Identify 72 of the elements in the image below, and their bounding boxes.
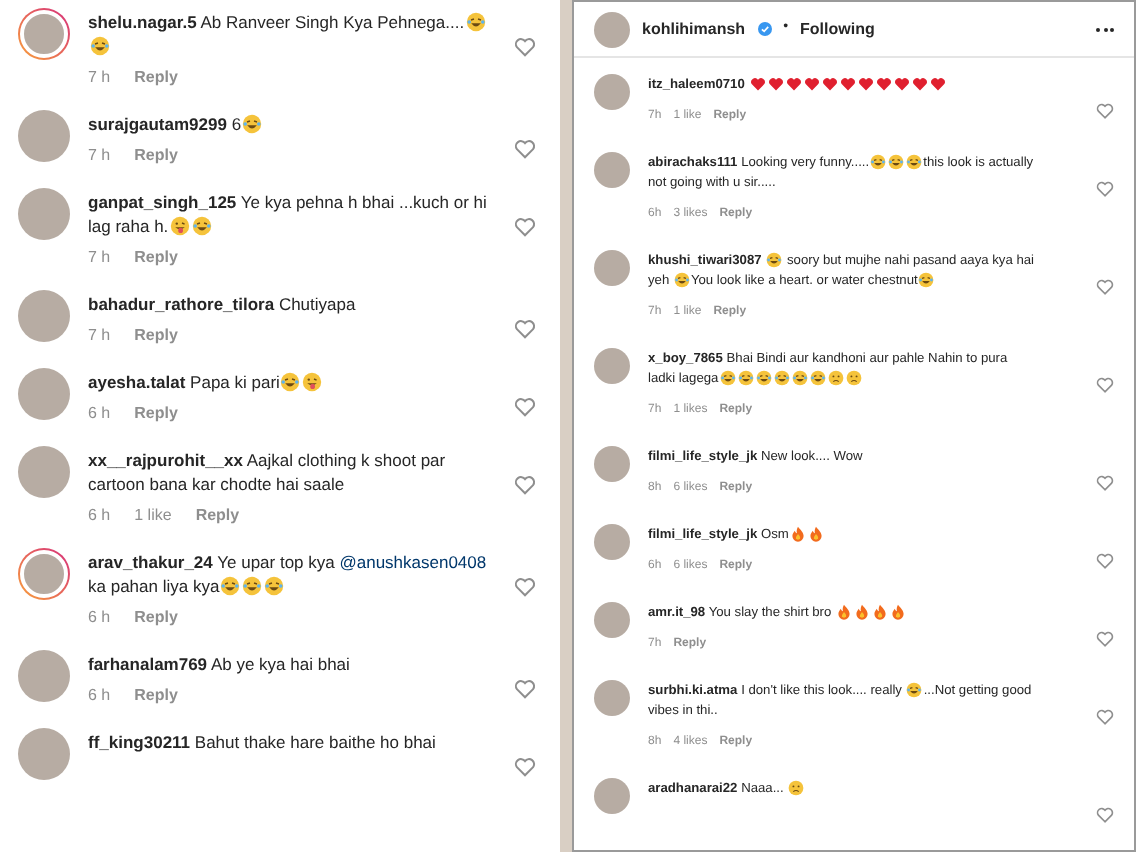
comment-time: 6 h [88, 684, 111, 708]
like-heart-icon[interactable] [1096, 806, 1114, 824]
laughing-face-icon [906, 682, 923, 698]
comment-text: surajgautam9299 6 [88, 112, 496, 136]
comment-text: xx__rajpurohit__xx Aajkal clothing k shoot par cartoon bana kar chodte hai saale [88, 448, 448, 496]
comment-time: 6 h [88, 504, 111, 528]
like-heart-icon[interactable] [1096, 376, 1114, 394]
like-heart-icon[interactable] [1096, 474, 1114, 492]
laughing-face-icon [280, 372, 301, 392]
laughing-face-icon [673, 272, 690, 288]
laughing-face-icon [465, 12, 486, 32]
comment-text: bahadur_rathore_tilora Chutiyapa [88, 292, 358, 316]
avatar [594, 250, 630, 286]
reply-link[interactable]: Reply [134, 144, 178, 168]
reply-link[interactable]: Reply [134, 402, 178, 426]
like-heart-icon[interactable] [514, 36, 536, 58]
like-heart-icon[interactable] [1096, 102, 1114, 120]
avatar [594, 446, 630, 482]
comment-time: 7 h [88, 246, 111, 270]
laughing-face-icon [89, 36, 109, 56]
like-count[interactable]: 1 like [134, 504, 172, 528]
reply-link[interactable]: Reply [134, 66, 178, 90]
avatar [594, 348, 630, 384]
reply-link[interactable]: Reply [134, 324, 178, 348]
avatar [594, 524, 630, 560]
avatar [594, 11, 630, 47]
like-heart-icon[interactable] [514, 678, 536, 700]
reply-link[interactable]: Reply [195, 504, 240, 528]
comment-time: 7 h [88, 144, 111, 168]
comment-text: farhanalam769 Ab ye kya hai bhai [88, 652, 352, 676]
like-heart-icon[interactable] [514, 138, 536, 160]
crying-face-icon [788, 780, 805, 796]
avatar [594, 152, 630, 188]
like-heart-icon[interactable] [514, 216, 536, 238]
comment-time: 6 h [88, 402, 111, 426]
comment-text: ff_king30211 Bahut thake hare baithe ho bhai [88, 730, 438, 754]
laughing-face-icon [191, 216, 212, 236]
comment-time: 7 h [88, 324, 111, 348]
like-heart-icon[interactable] [514, 756, 536, 778]
avatar [594, 680, 630, 716]
laughing-face-icon [242, 576, 263, 596]
reply-link[interactable]: Reply [134, 246, 178, 270]
laughing-face-icon [242, 114, 263, 134]
comment-text: arav_thakur_24 Ye upar top kya @anushkasen0408 ka pahan liya kya [88, 550, 489, 598]
reply-link[interactable]: Reply [134, 606, 178, 630]
comment-text: ayesha.talat Papa ki pari [88, 370, 496, 394]
comment-time: 6 h [88, 606, 111, 630]
like-heart-icon[interactable] [1096, 630, 1114, 648]
avatar [594, 74, 630, 110]
account-name[interactable]: kohlihimansh [642, 17, 746, 41]
like-heart-icon[interactable] [1096, 278, 1114, 296]
like-heart-icon[interactable] [1096, 552, 1114, 570]
like-heart-icon[interactable] [514, 318, 536, 340]
avatar [594, 602, 630, 638]
comment-time: 7 h [88, 66, 111, 90]
laughing-face-icon [220, 576, 241, 596]
like-heart-icon[interactable] [514, 396, 536, 418]
like-heart-icon[interactable] [1096, 708, 1114, 726]
like-heart-icon[interactable] [1096, 180, 1114, 198]
laughing-face-icon [264, 576, 285, 596]
laughing-face-icon [918, 272, 935, 288]
laughing-face-icon [766, 252, 783, 268]
reply-link[interactable]: Reply [134, 684, 178, 708]
avatar [594, 778, 630, 814]
comment-text: ganpat_singh_125 Ye kya pehna h bhai ...kuch or hi lag raha h. [88, 190, 489, 238]
like-heart-icon[interactable] [514, 474, 536, 496]
following-button[interactable]: Following [800, 17, 875, 41]
like-heart-icon[interactable] [514, 576, 536, 598]
tongue-face-icon [302, 372, 323, 392]
mention-link[interactable]: @anushkasen0408 [339, 552, 487, 572]
tongue-face-icon [169, 216, 190, 236]
comment-text: shelu.nagar.5 Ab Ranveer Singh Kya Pehnega.... [88, 10, 496, 58]
